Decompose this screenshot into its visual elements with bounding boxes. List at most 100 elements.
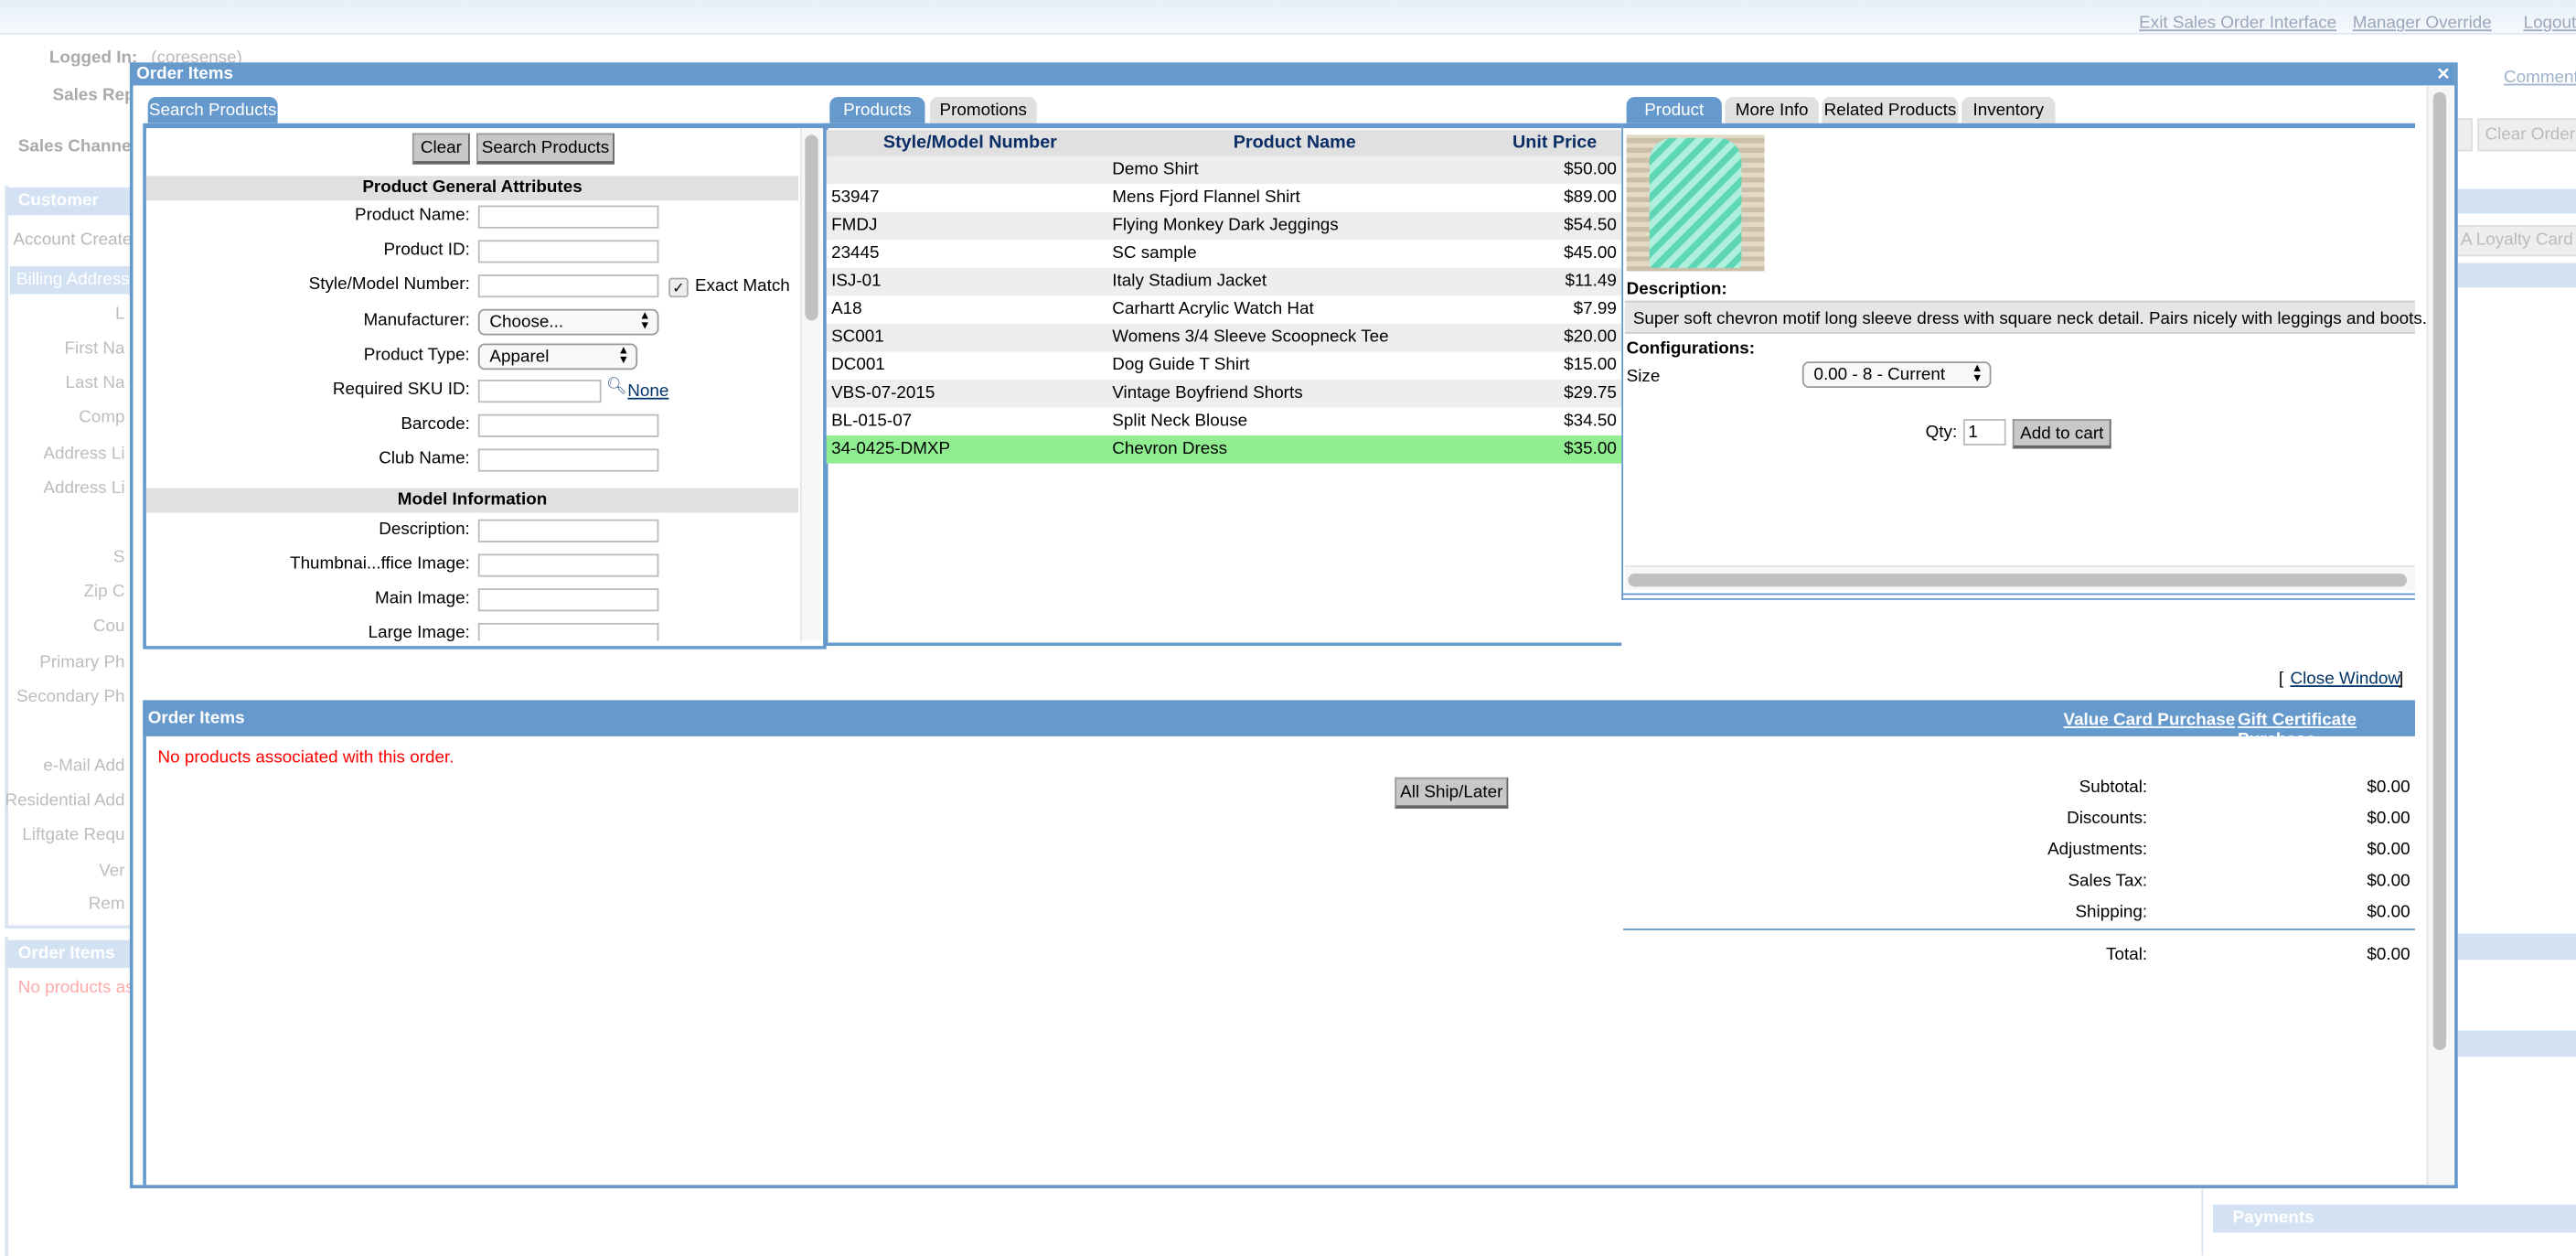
product-id-label: Product ID: (383, 240, 470, 260)
totals-value: $0.00 (2367, 777, 2410, 798)
style-model-cell: VBS-07-2015 (831, 382, 935, 403)
product-name-cell: Womens 3/4 Sleeve Scoopneck Tee (1112, 327, 1389, 348)
model-information-header: Model Information (145, 488, 799, 513)
style-model-cell: 53947 (831, 187, 880, 208)
barcode-input[interactable] (477, 413, 659, 437)
close-window-link[interactable]: Close Window (2290, 669, 2400, 689)
product-type-label: Product Type: (363, 345, 470, 365)
clear-button[interactable]: Clear (412, 133, 470, 165)
unit-price-cell: $45.00 (1564, 242, 1617, 263)
product-name-cell: SC sample (1112, 242, 1197, 263)
detail-horizontal-scrollbar[interactable] (1624, 565, 2416, 590)
product-row[interactable]: DC001 Dog Guide T Shirt $15.00 (826, 351, 1622, 381)
bg-field-label: L (115, 304, 125, 324)
add-to-cart-button[interactable]: Add to cart (2012, 419, 2111, 449)
style-model-cell: 34-0425-DMXP (831, 438, 951, 459)
product-row[interactable]: BL-015-07 Split Neck Blouse $34.50 (826, 407, 1622, 436)
general-attributes-header: Product General Attributes (145, 176, 799, 201)
billing-address-header: Billing Address (9, 266, 134, 295)
required-sku-input[interactable] (477, 380, 602, 403)
bg-field-label: Primary Ph (39, 652, 125, 672)
unit-price-cell: $34.50 (1564, 411, 1617, 431)
sku-none-link[interactable]: None (627, 381, 668, 402)
qty-input[interactable]: 1 (1962, 419, 2006, 446)
account-created-label: Account Created (13, 230, 142, 251)
modal-scrollbar[interactable] (2426, 85, 2453, 1186)
scrollbar-thumb[interactable] (805, 134, 818, 321)
unit-price-cell: $20.00 (1564, 327, 1617, 348)
product-name-cell: Carhartt Acrylic Watch Hat (1112, 298, 1314, 319)
product-type-select[interactable]: Apparel ▲ ▼ (477, 343, 638, 370)
product-row[interactable]: 53947 Mens Fjord Flannel Shirt $89.00 (826, 184, 1622, 212)
unit-price-cell: $35.00 (1564, 438, 1617, 459)
all-ship-later-button[interactable]: All Ship/Later (1395, 777, 1509, 809)
total-value: $0.00 (2367, 945, 2410, 965)
product-row[interactable]: ISJ-01 Italy Stadium Jacket $11.49 (826, 267, 1622, 296)
scrollbar-thumb[interactable] (1628, 574, 2408, 587)
scrollbar-thumb[interactable] (2432, 91, 2447, 1051)
value-card-purchase-link[interactable]: Value Card Purchase (2064, 710, 2236, 730)
style-model-cell: DC001 (831, 355, 885, 375)
order-items-title: Order Items (147, 708, 245, 728)
close-icon[interactable]: × (2437, 60, 2450, 85)
club-name-input[interactable] (477, 448, 659, 472)
product-name-input[interactable] (477, 205, 659, 229)
loyalty-card-button[interactable]: A Loyalty Card (2455, 225, 2576, 257)
tab-more-info[interactable]: More Info (1725, 96, 1819, 123)
logout-link[interactable]: Logout (2524, 13, 2576, 33)
product-row-selected[interactable]: 34-0425-DMXP Chevron Dress $35.00 (826, 435, 1622, 464)
comments-link[interactable]: Comments (2504, 68, 2576, 88)
tab-promotions[interactable]: Promotions (929, 96, 1037, 123)
product-row[interactable]: A18 Carhartt Acrylic Watch Hat $7.99 (826, 295, 1622, 324)
product-row[interactable]: Demo Shirt $50.00 (826, 156, 1622, 185)
manufacturer-value: Choose... (489, 312, 564, 332)
gift-certificate-purchase-link[interactable]: Gift Certificate Purchase (2238, 710, 2415, 749)
tab-related-products[interactable]: Related Products (1822, 96, 1959, 123)
tab-products[interactable]: Products (829, 96, 925, 123)
description-input[interactable] (477, 519, 659, 542)
clear-order-button[interactable]: Clear Order (2477, 118, 2576, 152)
product-name-cell: Vintage Boyfriend Shorts (1112, 382, 1303, 403)
column-product-name[interactable]: Product Name (1114, 130, 1475, 156)
tab-product[interactable]: Product (1626, 96, 1722, 123)
select-arrows-icon: ▲ ▼ (617, 345, 630, 367)
product-row[interactable]: VBS-07-2015 Vintage Boyfriend Shorts $29.7… (826, 380, 1622, 408)
column-unit-price[interactable]: Unit Price (1512, 130, 1597, 156)
bg-field-label: S (112, 547, 125, 567)
thumbnail-input[interactable] (477, 553, 659, 577)
product-row[interactable]: SC001 Womens 3/4 Sleeve Scoopneck Tee $20.… (826, 323, 1622, 352)
product-id-input[interactable] (477, 240, 659, 263)
column-style-model[interactable]: Style/Model Number (827, 130, 1114, 156)
manufacturer-label: Manufacturer: (363, 310, 470, 331)
style-model-input[interactable] (477, 274, 659, 298)
totals-label: Shipping: (2075, 902, 2148, 922)
product-row[interactable]: FMDJ Flying Monkey Dark Jeggings $54.50 (826, 211, 1622, 241)
totals-label: Sales Tax: (2068, 871, 2148, 891)
select-arrows-icon: ▲ ▼ (1972, 363, 1983, 385)
exit-sales-order-link[interactable]: Exit Sales Order Interface (2139, 13, 2336, 33)
size-select[interactable]: 0.00 - 8 - Current ▲ ▼ (1801, 361, 1992, 388)
search-products-button[interactable]: Search Products (476, 133, 615, 165)
main-image-input[interactable] (477, 588, 659, 612)
unit-price-cell: $29.75 (1564, 382, 1617, 403)
logged-in-label: Logged In: (48, 48, 138, 68)
club-name-label: Club Name: (379, 448, 470, 469)
modal-header: Order Items × (129, 60, 2455, 86)
totals-label: Discounts: (2067, 808, 2148, 829)
product-row[interactable]: 23445 SC sample $45.00 (826, 240, 1622, 268)
exact-match-checkbox[interactable]: ✓ (668, 277, 689, 298)
search-scrollbar[interactable] (799, 128, 822, 641)
tab-search-products[interactable]: Search Products (147, 96, 278, 123)
tab-inventory[interactable]: Inventory (1961, 96, 2056, 123)
divider (824, 123, 1622, 129)
bg-field-label: Ver (99, 861, 125, 881)
manager-override-link[interactable]: Manager Override (2353, 13, 2492, 33)
manufacturer-select[interactable]: Choose... ▲ ▼ (477, 308, 659, 336)
totals-value: $0.00 (2367, 840, 2410, 860)
sales-rep-label: Sales Rep (52, 85, 135, 105)
totals-value: $0.00 (2367, 902, 2410, 922)
search-magnifier-icon[interactable]: 🔍︎ (606, 378, 627, 396)
configurations-heading: Configurations: (1626, 338, 1756, 359)
product-name-label: Product Name: (355, 205, 470, 226)
large-image-input[interactable] (477, 622, 659, 641)
